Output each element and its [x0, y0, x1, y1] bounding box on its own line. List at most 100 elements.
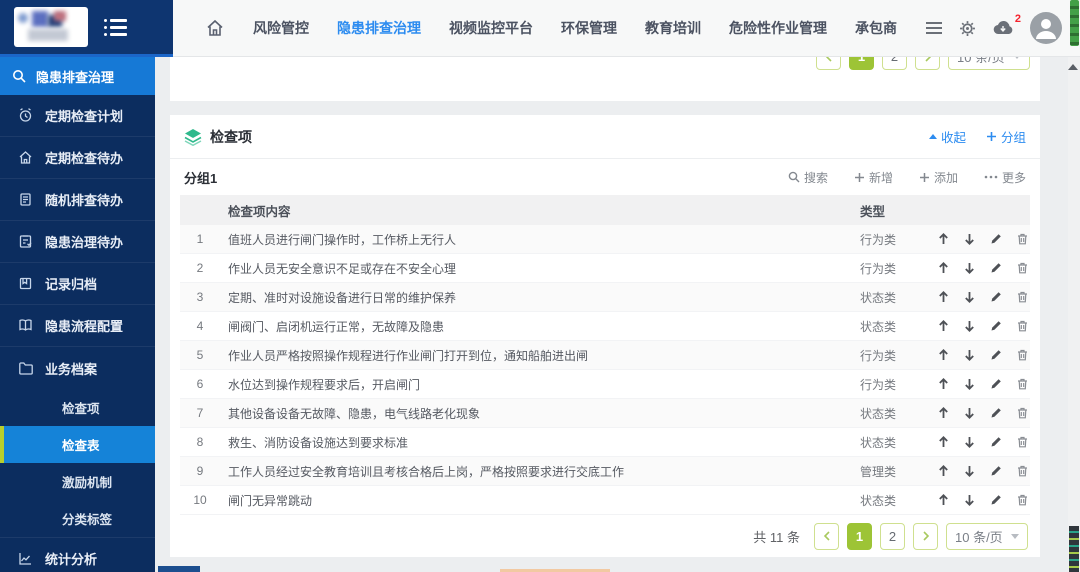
- delete-trash-icon[interactable]: [1017, 465, 1028, 477]
- next-page-button[interactable]: [915, 57, 940, 70]
- nav-item-training[interactable]: 教育培训: [645, 18, 701, 38]
- move-up-icon[interactable]: [938, 465, 949, 477]
- sidebar-subitem-category-tags[interactable]: 分类标签: [0, 500, 155, 537]
- search-button[interactable]: 搜索: [788, 169, 828, 186]
- move-down-icon[interactable]: [964, 378, 975, 390]
- edit-pencil-icon[interactable]: [990, 233, 1002, 245]
- move-up-icon[interactable]: [938, 407, 949, 419]
- edit-pencil-icon[interactable]: [990, 465, 1002, 477]
- table-row[interactable]: 6 水位达到操作规程要求后，开启闸门 行为类: [180, 370, 1030, 399]
- table-row[interactable]: 2 作业人员无安全意识不足或存在不安全心理 行为类: [180, 254, 1030, 283]
- add-new-button[interactable]: 新增: [854, 169, 893, 186]
- layers-icon: [184, 128, 202, 146]
- delete-trash-icon[interactable]: [1017, 436, 1028, 448]
- add-group-button[interactable]: 分组: [986, 127, 1026, 146]
- nav-item-dangerous-work[interactable]: 危险性作业管理: [729, 18, 827, 38]
- sidebar-header-hazard-module[interactable]: 隐患排查治理: [0, 57, 155, 95]
- move-down-icon[interactable]: [964, 349, 975, 361]
- sidebar-item-periodic-todo[interactable]: 定期检查待办: [0, 137, 155, 179]
- sidebar-item-treatment-todo[interactable]: 隐患治理待办: [0, 221, 155, 263]
- append-button[interactable]: 添加: [919, 169, 958, 186]
- table-row[interactable]: 3 定期、准时对设施设备进行日常的维护保养 状态类: [180, 283, 1030, 312]
- delete-trash-icon[interactable]: [1017, 233, 1028, 245]
- prev-page-button[interactable]: [814, 523, 839, 550]
- prev-page-button[interactable]: [816, 57, 841, 70]
- nav-item-hazard[interactable]: 隐患排查治理: [337, 18, 421, 38]
- delete-trash-icon[interactable]: [1017, 407, 1028, 419]
- floating-side-widget[interactable]: [1069, 526, 1079, 572]
- nav-item-contractor[interactable]: 承包商: [855, 18, 897, 38]
- move-up-icon[interactable]: [938, 291, 949, 303]
- collapse-menu-icon[interactable]: [104, 19, 127, 36]
- page-size-select[interactable]: 10 条/页: [948, 57, 1030, 70]
- sidebar-item-business-archive[interactable]: 业务档案: [0, 347, 155, 389]
- move-down-icon[interactable]: [964, 407, 975, 419]
- more-menu-icon[interactable]: [925, 21, 943, 35]
- page-button-2[interactable]: 2: [880, 523, 905, 550]
- scrollbar-track[interactable]: [1068, 57, 1080, 572]
- edit-pencil-icon[interactable]: [990, 378, 1002, 390]
- scroll-up-arrow-icon[interactable]: [1068, 64, 1078, 70]
- edit-pencil-icon[interactable]: [990, 291, 1002, 303]
- horizontal-scrollbar-thumb[interactable]: [158, 566, 200, 572]
- move-up-icon[interactable]: [938, 320, 949, 332]
- move-up-icon[interactable]: [938, 436, 949, 448]
- edit-pencil-icon[interactable]: [990, 436, 1002, 448]
- move-down-icon[interactable]: [964, 465, 975, 477]
- edit-pencil-icon[interactable]: [990, 320, 1002, 332]
- edit-pencil-icon[interactable]: [990, 349, 1002, 361]
- home-icon[interactable]: [205, 18, 225, 38]
- delete-trash-icon[interactable]: [1017, 320, 1028, 332]
- table-row[interactable]: 7 其他设备设备无故障、隐患，电气线路老化现象 状态类: [180, 399, 1030, 428]
- nav-item-env[interactable]: 环保管理: [561, 18, 617, 38]
- scrollbar-thumb[interactable]: [1070, 0, 1079, 46]
- move-down-icon[interactable]: [964, 320, 975, 332]
- delete-trash-icon[interactable]: [1017, 349, 1028, 361]
- table-row[interactable]: 1 值班人员进行闸门操作时，工作桥上无行人 行为类: [180, 225, 1030, 254]
- table-row[interactable]: 4 闸阀门、启闭机运行正常，无故障及隐患 状态类: [180, 312, 1030, 341]
- page-button-2[interactable]: 2: [882, 57, 907, 70]
- move-down-icon[interactable]: [964, 494, 975, 506]
- more-button[interactable]: 更多: [984, 169, 1026, 186]
- user-avatar[interactable]: [1030, 12, 1062, 44]
- edit-pencil-icon[interactable]: [990, 262, 1002, 274]
- table-row[interactable]: 10 闸门无异常跳动 状态类: [180, 486, 1030, 515]
- table-row[interactable]: 8 救生、消防设备设施达到要求标准 状态类: [180, 428, 1030, 457]
- move-down-icon[interactable]: [964, 436, 975, 448]
- sidebar-item-process-config[interactable]: 隐患流程配置: [0, 305, 155, 347]
- check-items-table: 检查项内容 类型 1 值班人员进行闸门操作时，工作桥上无行人 行为类 2 作业人…: [180, 195, 1030, 515]
- sidebar-subitem-check-table[interactable]: 检查表: [0, 426, 155, 463]
- delete-trash-icon[interactable]: [1017, 262, 1028, 274]
- move-up-icon[interactable]: [938, 494, 949, 506]
- move-up-icon[interactable]: [938, 349, 949, 361]
- nav-item-risk[interactable]: 风险管控: [253, 18, 309, 38]
- page-button-1[interactable]: 1: [849, 57, 874, 70]
- page-size-select[interactable]: 10 条/页: [946, 523, 1028, 550]
- move-up-icon[interactable]: [938, 378, 949, 390]
- next-page-button[interactable]: [913, 523, 938, 550]
- caret-up-icon: [929, 134, 937, 139]
- move-up-icon[interactable]: [938, 262, 949, 274]
- collapse-button[interactable]: 收起: [929, 127, 966, 146]
- sidebar-item-periodic-plan[interactable]: 定期检查计划: [0, 95, 155, 137]
- table-row[interactable]: 9 工作人员经过安全教育培训且考核合格后上岗，严格按照要求进行交底工作 管理类: [180, 457, 1030, 486]
- nav-item-video[interactable]: 视频监控平台: [449, 18, 533, 38]
- delete-trash-icon[interactable]: [1017, 378, 1028, 390]
- move-up-icon[interactable]: [938, 233, 949, 245]
- page-button-1[interactable]: 1: [847, 523, 872, 550]
- gear-icon[interactable]: [959, 20, 976, 37]
- sidebar-subitem-incentive[interactable]: 激励机制: [0, 463, 155, 500]
- sidebar-item-random-todo[interactable]: 随机排查待办: [0, 179, 155, 221]
- sidebar-subitem-check-item[interactable]: 检查项: [0, 389, 155, 426]
- delete-trash-icon[interactable]: [1017, 291, 1028, 303]
- cloud-download-icon[interactable]: 2: [992, 20, 1014, 36]
- delete-trash-icon[interactable]: [1017, 494, 1028, 506]
- edit-pencil-icon[interactable]: [990, 494, 1002, 506]
- edit-pencil-icon[interactable]: [990, 407, 1002, 419]
- sidebar-item-record-archive[interactable]: 记录归档: [0, 263, 155, 305]
- sidebar-item-statistics[interactable]: 统计分析: [0, 537, 155, 572]
- table-row[interactable]: 5 作业人员严格按照操作规程进行作业闸门打开到位，通知船舶进出闸 行为类: [180, 341, 1030, 370]
- move-down-icon[interactable]: [964, 262, 975, 274]
- move-down-icon[interactable]: [964, 233, 975, 245]
- move-down-icon[interactable]: [964, 291, 975, 303]
